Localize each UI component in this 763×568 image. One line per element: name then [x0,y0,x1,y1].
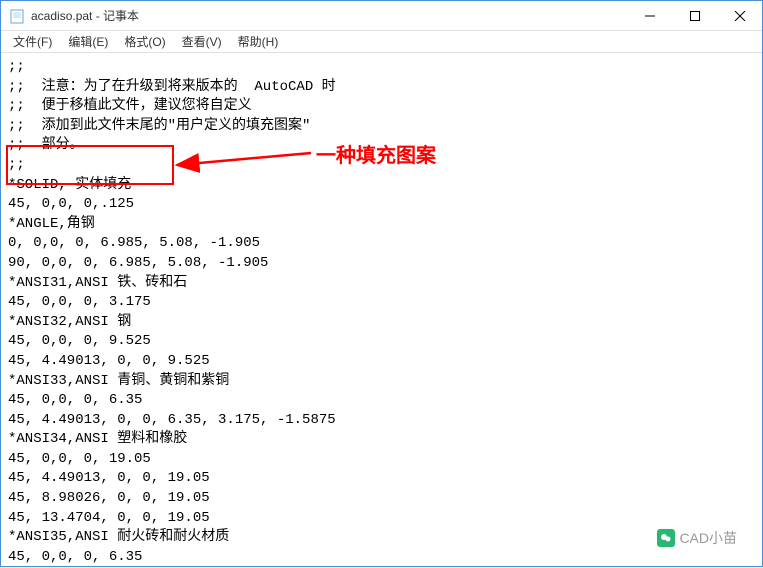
window-frame: acadiso.pat - 记事本 文件(F) 编辑(E) 格式(O) 查看(V… [0,0,763,567]
watermark: CAD小苗 [657,528,737,548]
wechat-icon [657,529,675,547]
titlebar-controls [627,1,762,30]
notepad-icon [9,8,25,24]
menu-file[interactable]: 文件(F) [5,31,60,52]
watermark-text: CAD小苗 [679,528,737,548]
menu-edit[interactable]: 编辑(E) [60,31,116,52]
minimize-button[interactable] [627,1,672,30]
titlebar[interactable]: acadiso.pat - 记事本 [1,1,762,31]
close-button[interactable] [717,1,762,30]
menubar: 文件(F) 编辑(E) 格式(O) 查看(V) 帮助(H) [1,31,762,53]
menu-view[interactable]: 查看(V) [174,31,230,52]
text-editor[interactable]: ;; ;; 注意：为了在升级到将来版本的 AutoCAD 时 ;; 便于移植此文… [2,54,761,565]
menu-help[interactable]: 帮助(H) [230,31,287,52]
content-area: ;; ;; 注意：为了在升级到将来版本的 AutoCAD 时 ;; 便于移植此文… [2,54,761,565]
maximize-button[interactable] [672,1,717,30]
menu-format[interactable]: 格式(O) [116,31,173,52]
window-title: acadiso.pat - 记事本 [31,7,627,24]
